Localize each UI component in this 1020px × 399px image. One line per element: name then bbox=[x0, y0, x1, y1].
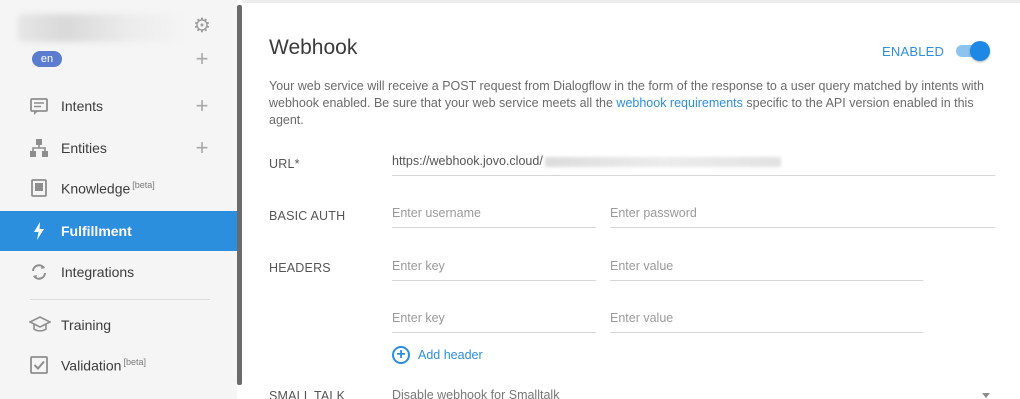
page-title: Webhook bbox=[269, 36, 358, 59]
add-header-button[interactable]: + Add header bbox=[392, 346, 483, 364]
add-header-label: Add header bbox=[418, 348, 483, 362]
agent-name-redacted[interactable] bbox=[18, 14, 178, 42]
sidebar-item-label: Intents bbox=[61, 98, 104, 114]
small-talk-label: SMALL TALK bbox=[269, 389, 346, 399]
basic-auth-label: BASIC AUTH bbox=[269, 209, 346, 223]
sidebar-item-training[interactable]: Training bbox=[0, 305, 237, 345]
plus-circle-icon: + bbox=[392, 346, 410, 364]
sidebar-item-label: Entities bbox=[61, 140, 107, 156]
username-field[interactable]: Enter username bbox=[392, 202, 596, 228]
sidebar-scrollbar[interactable] bbox=[237, 5, 242, 385]
add-intent-icon[interactable]: + bbox=[193, 95, 211, 117]
url-label: URL* bbox=[269, 157, 300, 171]
header-value-field[interactable]: Enter value bbox=[610, 255, 923, 281]
sidebar-item-integrations[interactable]: Integrations bbox=[0, 252, 237, 292]
gear-icon[interactable]: ⚙ bbox=[190, 14, 214, 38]
webhook-enable-toggle[interactable] bbox=[956, 41, 990, 61]
hierarchy-icon bbox=[29, 138, 49, 158]
header-key-field[interactable]: Enter key bbox=[392, 307, 596, 333]
sidebar-item-knowledge[interactable]: Knowledge [beta] bbox=[0, 168, 237, 208]
sidebar-item-label: Validation [beta] bbox=[61, 356, 146, 374]
beta-tag: [beta] bbox=[123, 356, 146, 367]
header-key-field[interactable]: Enter key bbox=[392, 255, 596, 281]
chevron-down-icon[interactable] bbox=[982, 393, 990, 398]
small-talk-select[interactable]: Disable webhook for Smalltalk bbox=[392, 384, 995, 399]
sidebar-item-label: Integrations bbox=[61, 264, 135, 280]
language-badge[interactable]: en bbox=[32, 51, 62, 67]
sidebar-item-label: Knowledge [beta] bbox=[61, 179, 155, 197]
url-redacted bbox=[544, 156, 781, 167]
chat-bubble-icon bbox=[29, 96, 49, 116]
top-divider bbox=[242, 0, 1020, 3]
sidebar-item-label: Fulfillment bbox=[61, 223, 132, 239]
sidebar-item-intents[interactable]: Intents + bbox=[0, 86, 237, 126]
graduation-cap-icon bbox=[28, 315, 52, 335]
sidebar-item-label: Training bbox=[61, 317, 112, 333]
add-language-icon[interactable]: + bbox=[193, 48, 211, 70]
add-entity-icon[interactable]: + bbox=[193, 137, 211, 159]
sidebar-item-validation[interactable]: Validation [beta] bbox=[0, 345, 237, 385]
url-field[interactable]: https://webhook.jovo.cloud/ bbox=[392, 150, 995, 176]
password-field[interactable]: Enter password bbox=[610, 202, 995, 228]
sidebar-item-fulfillment[interactable]: Fulfillment bbox=[0, 211, 237, 251]
sidebar-item-entities[interactable]: Entities + bbox=[0, 128, 237, 168]
checkbox-icon bbox=[29, 355, 49, 375]
webhook-description: Your web service will receive a POST req… bbox=[269, 79, 984, 127]
sidebar-divider bbox=[30, 299, 210, 300]
header-value-field[interactable]: Enter value bbox=[610, 307, 923, 333]
enabled-label: ENABLED bbox=[882, 44, 945, 59]
sync-icon bbox=[29, 262, 49, 282]
book-icon bbox=[29, 178, 49, 198]
sidebar: ⚙ en + Intents + Entities + Knowledge [be… bbox=[0, 0, 237, 399]
beta-tag: [beta] bbox=[132, 179, 155, 190]
lightning-icon bbox=[29, 221, 49, 241]
webhook-requirements-link[interactable]: webhook requirements bbox=[616, 96, 742, 110]
toggle-knob bbox=[970, 41, 990, 61]
headers-label: HEADERS bbox=[269, 261, 331, 275]
